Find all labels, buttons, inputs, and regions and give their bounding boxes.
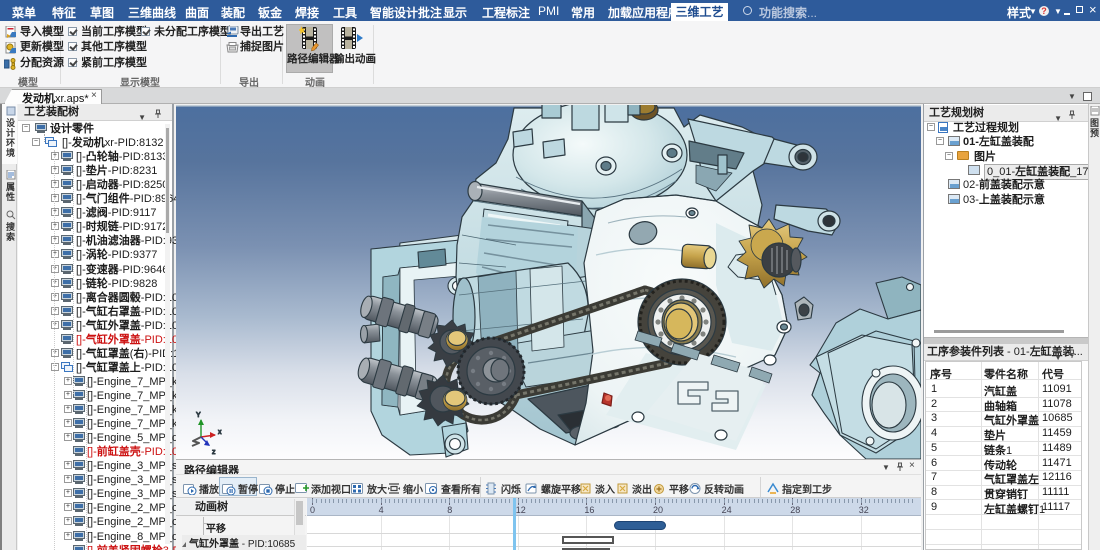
svg-text:z: z [212,449,216,456]
svg-text:Y: Y [196,412,201,419]
svg-text:x: x [218,429,222,436]
